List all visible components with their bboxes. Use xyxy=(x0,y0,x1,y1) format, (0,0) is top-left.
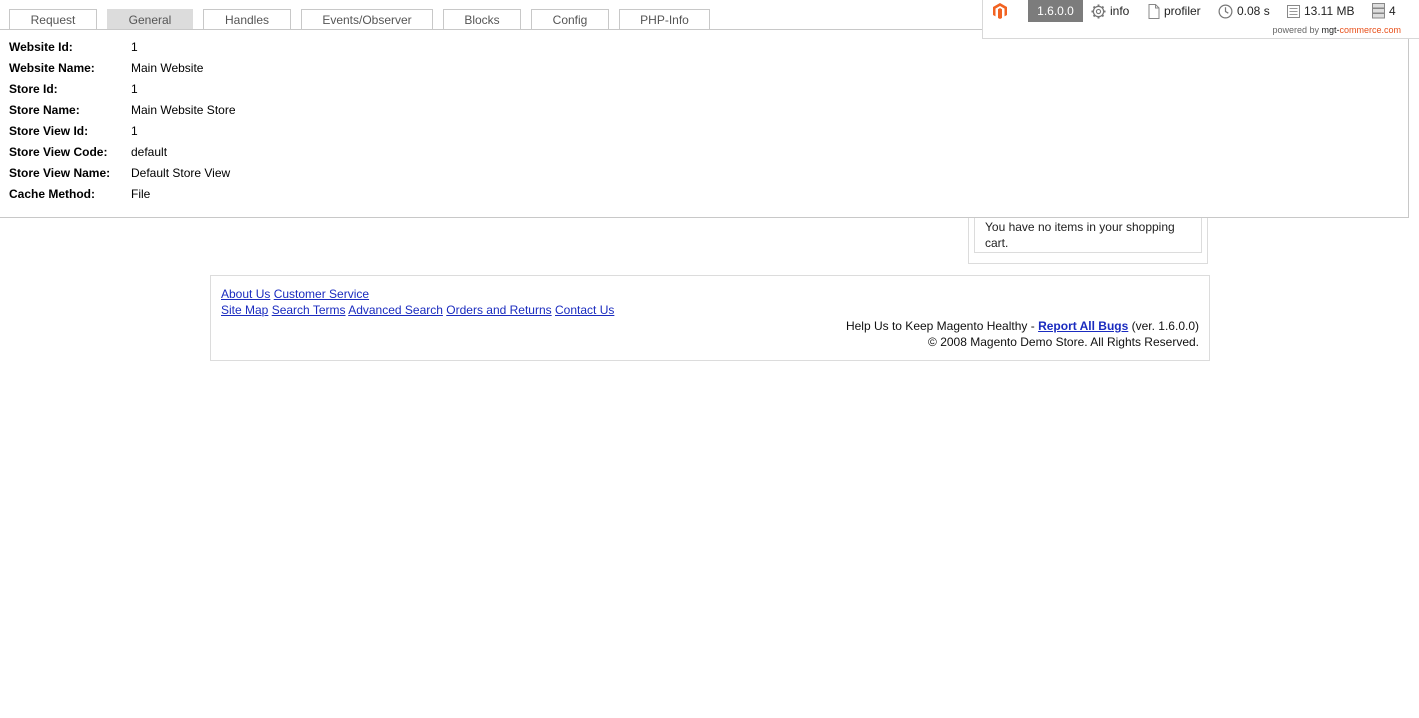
info-row-cache-method: Cache Method: File xyxy=(9,184,236,205)
tab-handles[interactable]: Handles xyxy=(203,9,291,29)
magento-logo-button[interactable] xyxy=(993,0,1007,22)
info-row-store-view-code: Store View Code: default xyxy=(9,142,236,163)
profiler-label: profiler xyxy=(1164,4,1201,18)
footer-version-text: (ver. 1.6.0.0) xyxy=(1128,319,1199,333)
profiler-button[interactable]: profiler xyxy=(1148,0,1201,22)
memory-indicator[interactable]: 13.11 MB xyxy=(1287,0,1354,22)
info-value: 1 xyxy=(131,124,138,138)
document-icon xyxy=(1148,3,1160,19)
info-value: 1 xyxy=(131,40,138,54)
footer-link-advanced-search[interactable]: Advanced Search xyxy=(348,303,443,317)
tab-request[interactable]: Request xyxy=(9,9,97,29)
page-footer: About Us Customer Service Site Map Searc… xyxy=(210,275,1210,361)
queries-indicator[interactable]: 4 xyxy=(1372,0,1396,22)
info-row-store-id: Store Id: 1 xyxy=(9,79,236,100)
info-row-store-view-name: Store View Name: Default Store View xyxy=(9,163,236,184)
tab-events-observer[interactable]: Events/Observer xyxy=(301,9,433,29)
powered-brand-1: mgt- xyxy=(1321,25,1340,35)
footer-copyright: © 2008 Magento Demo Store. All Rights Re… xyxy=(928,335,1199,349)
footer-legal: Help Us to Keep Magento Healthy - Report… xyxy=(846,318,1199,350)
info-label: info xyxy=(1110,4,1130,18)
info-label: Cache Method: xyxy=(9,187,96,201)
powered-by: powered by mgt-commerce.com xyxy=(1272,24,1401,36)
info-label: Website Name: xyxy=(9,61,95,75)
footer-link-site-map[interactable]: Site Map xyxy=(221,303,268,317)
info-value: Main Website Store xyxy=(131,103,236,117)
time-indicator[interactable]: 0.08 s xyxy=(1218,0,1270,22)
general-info-table: Website Id: 1 Website Name: Main Website S… xyxy=(9,37,236,205)
footer-link-orders-returns[interactable]: Orders and Returns xyxy=(446,303,551,317)
tab-blocks[interactable]: Blocks xyxy=(443,9,521,29)
version-badge: 1.6.0.0 xyxy=(1028,0,1083,22)
time-value: 0.08 s xyxy=(1237,4,1270,18)
tab-general[interactable]: General xyxy=(107,9,193,29)
info-value: Default Store View xyxy=(131,166,231,180)
info-row-website-name: Website Name: Main Website xyxy=(9,58,236,79)
queries-value: 4 xyxy=(1389,4,1396,18)
tab-php-info[interactable]: PHP-Info xyxy=(619,9,710,29)
cart-empty-message: You have no items in your shopping cart. xyxy=(985,220,1175,250)
powered-prefix: powered by xyxy=(1272,25,1319,35)
tab-config[interactable]: Config xyxy=(531,9,609,29)
footer-links-row-1: About Us Customer Service xyxy=(221,286,614,302)
clock-icon xyxy=(1218,4,1233,19)
gear-icon xyxy=(1091,3,1106,19)
powered-brand-2: commerce.com xyxy=(1339,25,1401,35)
footer-links: About Us Customer Service Site Map Searc… xyxy=(221,286,614,318)
info-row-store-name: Store Name: Main Website Store xyxy=(9,100,236,121)
footer-link-about-us[interactable]: About Us xyxy=(221,287,270,301)
info-row-store-view-id: Store View Id: 1 xyxy=(9,121,236,142)
developer-toolbar: 1.6.0.0 info profiler 0.08 s 13.11 MB 4 … xyxy=(982,0,1419,39)
footer-link-contact-us[interactable]: Contact Us xyxy=(555,303,614,317)
magento-logo-icon xyxy=(993,3,1007,19)
info-value: File xyxy=(131,187,151,201)
info-value: Main Website xyxy=(131,61,204,75)
footer-link-search-terms[interactable]: Search Terms xyxy=(272,303,346,317)
info-label: Website Id: xyxy=(9,40,73,54)
info-label: Store Name: xyxy=(9,103,80,117)
info-label: Store Id: xyxy=(9,82,58,96)
info-value: 1 xyxy=(131,82,138,96)
info-label: Store View Id: xyxy=(9,124,89,138)
memory-value: 13.11 MB xyxy=(1304,4,1355,18)
footer-help-line: Help Us to Keep Magento Healthy - Report… xyxy=(846,318,1199,334)
footer-links-row-2: Site Map Search Terms Advanced Search Or… xyxy=(221,302,614,318)
memory-icon xyxy=(1287,4,1300,18)
info-row-website-id: Website Id: 1 xyxy=(9,37,236,58)
footer-link-customer-service[interactable]: Customer Service xyxy=(274,287,369,301)
info-label: Store View Name: xyxy=(9,166,111,180)
database-icon xyxy=(1372,3,1385,19)
report-bugs-link[interactable]: Report All Bugs xyxy=(1038,319,1128,333)
info-label: Store View Code: xyxy=(9,145,108,159)
footer-help-text: Help Us to Keep Magento Healthy - xyxy=(845,319,1039,333)
info-value: default xyxy=(131,145,168,159)
info-button[interactable]: info xyxy=(1091,0,1129,22)
